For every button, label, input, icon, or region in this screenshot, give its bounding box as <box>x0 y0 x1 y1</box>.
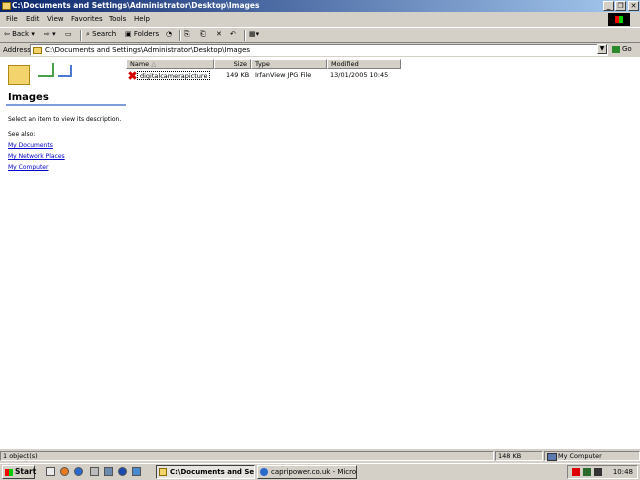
tray-app-icon[interactable] <box>583 468 591 476</box>
go-arrow-icon <box>612 45 620 53</box>
quicklaunch-explorer-icon[interactable] <box>132 467 141 476</box>
link-my-computer[interactable]: My Computer <box>8 164 48 171</box>
title-bar: C:\Documents and Settings\Administrator\… <box>0 0 640 12</box>
task-browser-label: capripower.co.uk - Micros... <box>271 468 357 476</box>
search-label: Search <box>92 30 117 38</box>
forward-button[interactable]: ⇨ ▾ <box>44 30 56 38</box>
menu-favorites[interactable]: Favorites <box>71 15 103 23</box>
system-tray: 10:48 <box>567 465 638 479</box>
move-to-icon[interactable]: ⎘ <box>184 30 190 39</box>
see-also-label: See also: <box>8 131 36 138</box>
folder-icon <box>159 468 167 476</box>
minimize-button[interactable]: _ <box>603 1 614 11</box>
toolbar: ⇦ Back ▾ ⇨ ▾ ▭ ⌕ Search ▣ Folders ◔ ⎘ ⎗ … <box>0 27 640 43</box>
task-pane: Images Select an item to view its descri… <box>0 57 126 449</box>
start-label: Start <box>15 467 37 476</box>
undo-icon[interactable]: ↶ <box>230 30 236 38</box>
column-name[interactable]: Name △ <box>126 59 214 69</box>
status-location: My Computer <box>544 451 640 461</box>
address-input[interactable]: C:\Documents and Settings\Administrator\… <box>30 44 608 56</box>
menu-tools[interactable]: Tools <box>109 15 126 23</box>
search-button[interactable]: ⌕ Search <box>86 30 116 39</box>
windows-flag-icon <box>5 469 13 476</box>
window-title: C:\Documents and Settings\Administrator\… <box>12 1 260 10</box>
address-dropdown-button[interactable]: ▼ <box>597 44 607 54</box>
task-explorer-label: C:\Documents and Set... <box>170 468 255 476</box>
go-label: Go <box>622 45 632 53</box>
task-browser-window[interactable]: capripower.co.uk - Micros... <box>257 465 357 479</box>
menu-view[interactable]: View <box>47 15 64 23</box>
close-button[interactable]: ✕ <box>628 1 639 11</box>
folder-icon <box>33 47 42 54</box>
quicklaunch-media-icon[interactable] <box>118 467 127 476</box>
address-value: C:\Documents and Settings\Administrator\… <box>45 46 251 54</box>
quicklaunch-network-icon[interactable] <box>104 467 113 476</box>
menu-file[interactable]: File <box>6 15 18 23</box>
file-type: IrfanView JPG File <box>255 71 312 79</box>
start-button[interactable]: Start <box>2 465 37 479</box>
status-location-label: My Computer <box>558 452 602 460</box>
file-size: 149 KB <box>226 71 250 79</box>
up-folder-icon[interactable]: ▭ <box>65 30 72 38</box>
antivirus-icon[interactable] <box>572 468 580 476</box>
quicklaunch-ie-icon[interactable] <box>74 467 83 476</box>
column-type[interactable]: Type <box>251 59 327 69</box>
folders-button[interactable]: ▣ Folders <box>125 30 159 38</box>
menu-bar: File Edit View Favorites Tools Help <box>0 12 640 27</box>
folder-banner-icon <box>0 59 80 89</box>
link-my-network-places[interactable]: My Network Places <box>8 153 65 160</box>
network-icon[interactable] <box>594 468 602 476</box>
maximize-button[interactable]: ❐ <box>615 1 626 11</box>
column-modified[interactable]: Modified <box>327 59 401 69</box>
quicklaunch-firefox-icon[interactable] <box>60 467 69 476</box>
menu-help[interactable]: Help <box>134 15 150 23</box>
link-my-documents[interactable]: My Documents <box>8 142 53 149</box>
back-button[interactable]: ⇦ Back ▾ <box>4 30 35 38</box>
ie-icon <box>260 468 268 476</box>
folder-icon <box>2 2 11 10</box>
views-icon[interactable]: ▦▾ <box>249 30 259 38</box>
pane-description: Select an item to view its description. <box>8 116 122 123</box>
back-label: Back <box>12 30 30 38</box>
file-name[interactable]: digitalcamerapicture <box>137 71 211 80</box>
folders-label: Folders <box>133 30 160 38</box>
file-row[interactable]: digitalcamerapicture 149 KB IrfanView JP… <box>126 71 640 81</box>
taskbar: Start C:\Documents and Set... capripower… <box>0 463 640 480</box>
pane-title: Images <box>8 92 49 103</box>
go-button[interactable]: Go <box>612 45 632 53</box>
clock[interactable]: 10:48 <box>613 468 633 476</box>
task-explorer-window[interactable]: C:\Documents and Set... <box>156 465 255 479</box>
windows-logo-icon <box>608 13 630 26</box>
content-area: Images Select an item to view its descri… <box>0 57 640 449</box>
status-bar: 1 object(s) 148 KB My Computer <box>0 450 640 462</box>
pane-divider <box>6 104 126 106</box>
sort-arrow-icon: △ <box>151 60 157 68</box>
list-header: Name △ Size Type Modified <box>126 59 640 69</box>
delete-icon[interactable]: ✕ <box>216 30 222 38</box>
menu-edit[interactable]: Edit <box>26 15 40 23</box>
copy-to-icon[interactable]: ⎗ <box>200 30 206 39</box>
file-modified: 13/01/2005 10:45 <box>330 71 389 79</box>
column-size[interactable]: Size <box>214 59 251 69</box>
history-icon[interactable]: ◔ <box>166 30 172 38</box>
quicklaunch-desktop-icon[interactable] <box>46 467 55 476</box>
my-computer-icon <box>547 453 557 461</box>
status-size: 148 KB <box>495 451 543 461</box>
quicklaunch-app-icon[interactable] <box>90 467 99 476</box>
status-objects: 1 object(s) <box>0 451 494 461</box>
address-label: Address <box>3 46 31 54</box>
address-bar: Address C:\Documents and Settings\Admini… <box>0 43 640 57</box>
